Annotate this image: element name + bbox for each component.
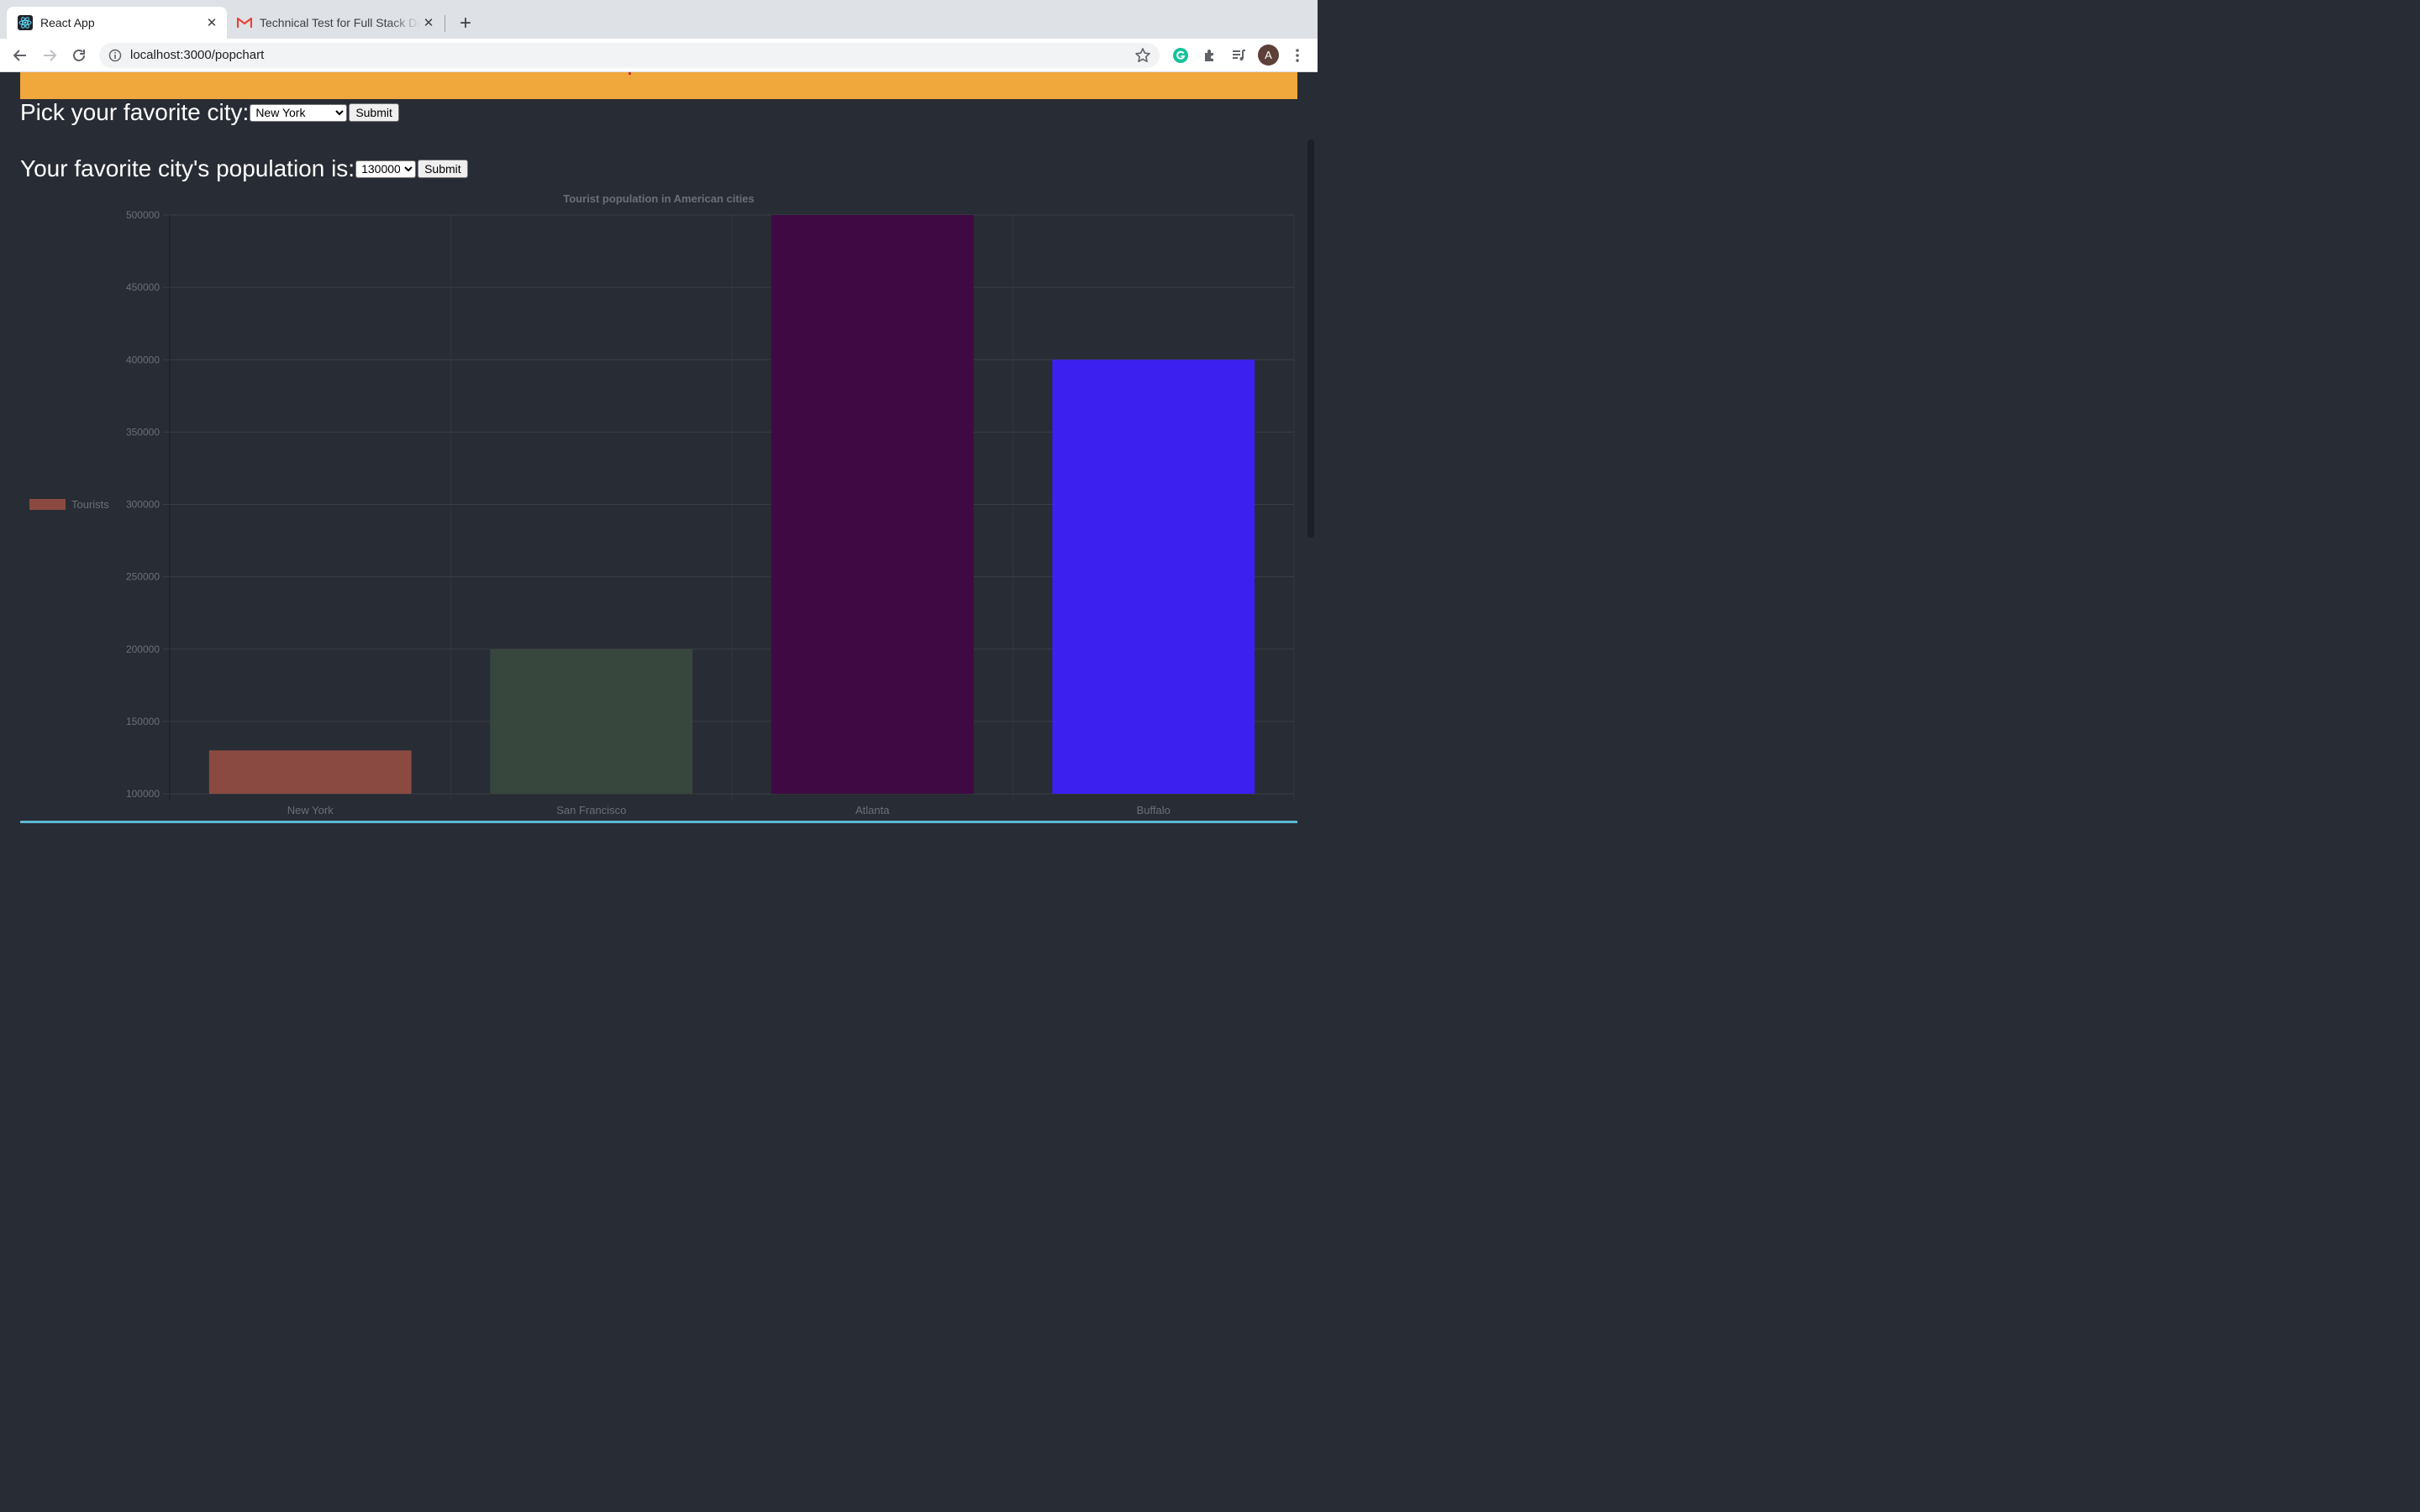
city-select[interactable]: New York: [250, 103, 348, 122]
chart-title: Tourist population in American cities: [563, 192, 755, 205]
new-tab-button[interactable]: +: [455, 12, 476, 34]
x-tick-label: San Francisco: [556, 804, 626, 816]
x-tick-label: Atlanta: [855, 804, 890, 816]
city-submit-button[interactable]: Submit: [349, 103, 399, 122]
banner-mark: [629, 72, 631, 75]
profile-avatar[interactable]: A: [1258, 45, 1279, 66]
y-tick-label: 500000: [126, 209, 160, 221]
bar-san-francisco: [490, 648, 693, 794]
scrollbar-thumb[interactable]: [1307, 139, 1314, 538]
city-form: Pick your favorite city: New York Submit: [20, 99, 399, 126]
grammarly-extension-icon[interactable]: [1171, 45, 1191, 66]
tab-title: Technical Test for Full Stack De: [260, 16, 420, 29]
y-tick-label: 250000: [126, 571, 160, 583]
reload-icon[interactable]: [69, 45, 89, 66]
y-tick-label: 350000: [126, 426, 160, 438]
y-tick-label: 450000: [126, 281, 160, 293]
bar-buffalo: [1052, 360, 1255, 794]
tab-strip: React App ✕ Technical Test for Full Stac…: [0, 0, 1318, 39]
back-icon[interactable]: [10, 45, 30, 66]
bar-new-york: [208, 750, 412, 794]
bookmark-star-icon[interactable]: [1134, 47, 1151, 64]
y-tick-label: 300000: [126, 499, 160, 511]
x-tick-label: New York: [287, 804, 334, 816]
tourist-bar-chart: 500000 450000 400000 350000 300000 250000 2000…: [29, 192, 1295, 816]
forward-icon[interactable]: [39, 45, 60, 66]
header-banner: [20, 72, 1297, 99]
population-select[interactable]: 130000: [355, 160, 417, 178]
population-form: Your favorite city's population is: 1300…: [20, 155, 468, 182]
y-tick-label: 400000: [126, 354, 160, 365]
tab-title: React App: [40, 16, 95, 29]
react-icon: [18, 15, 33, 30]
population-label: Your favorite city's population is:: [20, 155, 355, 181]
browser-toolbar: localhost:3000/popchart A: [0, 39, 1318, 72]
y-tick-label: 200000: [126, 643, 160, 655]
legend-swatch: [29, 499, 66, 510]
kebab-menu-icon[interactable]: [1287, 45, 1307, 66]
y-tick-label: 150000: [126, 716, 160, 727]
y-tick-label: 100000: [126, 788, 160, 800]
close-tab-icon[interactable]: ✕: [420, 14, 437, 31]
extensions-puzzle-icon[interactable]: [1200, 45, 1220, 66]
tab-gmail[interactable]: Technical Test for Full Stack De ✕: [227, 7, 444, 39]
url-text: localhost:3000/popchart: [130, 48, 265, 62]
x-tick-label: Buffalo: [1137, 804, 1171, 816]
site-info-icon[interactable]: [108, 49, 122, 62]
bar-atlanta: [771, 215, 974, 794]
tab-react-app[interactable]: React App ✕: [7, 7, 227, 39]
close-tab-icon[interactable]: ✕: [203, 14, 220, 31]
media-control-icon[interactable]: [1228, 45, 1249, 66]
page-bottom-edge: [20, 821, 1297, 823]
gmail-icon: [237, 15, 252, 30]
population-submit-button[interactable]: Submit: [418, 160, 468, 178]
address-bar[interactable]: localhost:3000/popchart: [99, 43, 1160, 68]
city-label: Pick your favorite city:: [20, 99, 250, 125]
legend-label: Tourists: [71, 498, 109, 511]
